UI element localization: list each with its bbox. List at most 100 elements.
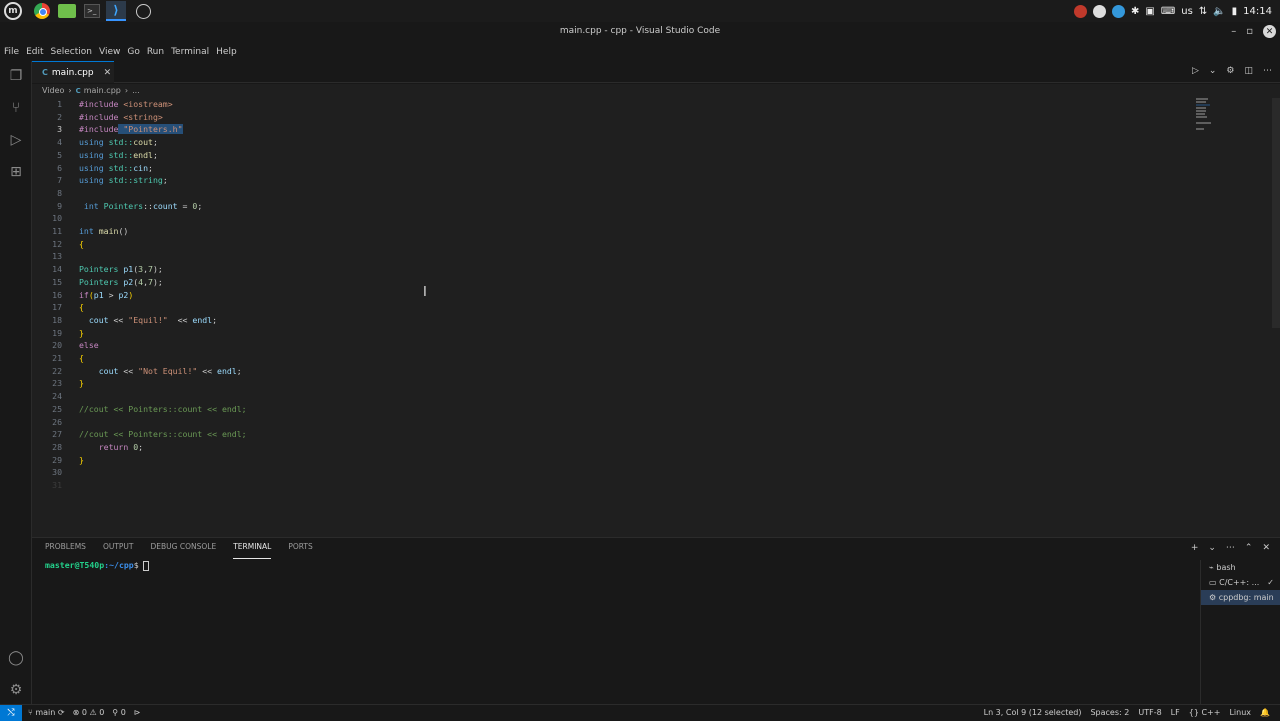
run-file-icon[interactable]: ▷ xyxy=(1192,66,1199,76)
maximize-panel-icon[interactable]: ⌃ xyxy=(1245,543,1253,553)
extensions-icon[interactable]: ⊞ xyxy=(7,163,25,181)
vscode-icon[interactable]: ⟩ xyxy=(106,1,126,21)
code-editor[interactable]: 1 #include <iostream> 2 #include <string> … xyxy=(32,98,1280,537)
code-line[interactable]: using std::cout; xyxy=(79,136,158,149)
menu-selection[interactable]: Selection xyxy=(51,47,98,57)
split-editor-icon[interactable]: ◫ xyxy=(1244,66,1253,76)
indentation[interactable]: Spaces: 2 xyxy=(1090,708,1129,717)
line-number: 2 xyxy=(57,111,62,122)
breadcrumb-more[interactable]: ... xyxy=(132,86,140,95)
code-line[interactable]: //cout << Pointers::count << endl; xyxy=(79,403,247,416)
platform[interactable]: Linux xyxy=(1229,708,1251,717)
breadcrumb-file[interactable]: main.cpp xyxy=(84,86,121,95)
minimize-icon[interactable]: – xyxy=(1231,26,1236,37)
maximize-icon[interactable]: ▫ xyxy=(1246,26,1253,37)
source-control-icon[interactable]: ⑂ xyxy=(7,99,25,117)
keyboard-icon[interactable]: ⌨ xyxy=(1161,6,1175,17)
tab-terminal[interactable]: TERMINAL xyxy=(233,543,272,559)
terminal-dropdown-icon[interactable]: ⌄ xyxy=(1208,543,1216,553)
minimap[interactable] xyxy=(1196,98,1218,138)
code-line[interactable]: #include <string> xyxy=(79,111,163,124)
chrome-icon[interactable] xyxy=(34,3,50,19)
code-line[interactable]: { xyxy=(79,301,84,314)
debug-status-icon[interactable]: ⊳ xyxy=(134,708,141,717)
code-line[interactable]: else xyxy=(79,339,99,352)
explorer-icon[interactable]: ❐ xyxy=(7,67,25,85)
clipboard-icon[interactable]: ▣ xyxy=(1145,6,1154,17)
code-line[interactable]: if(p1 > p2) xyxy=(79,289,133,302)
terminal-output[interactable]: master@T540p:~/cpp$ xyxy=(45,560,149,571)
terminal-cursor xyxy=(142,560,149,571)
code-line[interactable]: //cout << Pointers::count << endl; xyxy=(79,428,247,441)
files-icon[interactable] xyxy=(58,4,76,18)
close-panel-icon[interactable]: ✕ xyxy=(1262,543,1270,553)
menu-edit[interactable]: Edit xyxy=(26,47,49,57)
code-line[interactable]: cout << "Equil!" << endl; xyxy=(79,314,217,327)
clock[interactable]: 14:14 xyxy=(1243,6,1272,17)
remote-icon[interactable]: ⤭ xyxy=(0,705,22,721)
editor-scrollbar[interactable] xyxy=(1272,98,1280,328)
code-line[interactable]: } xyxy=(79,454,84,467)
code-line[interactable]: } xyxy=(79,377,84,390)
network-icon[interactable]: ⇅ xyxy=(1199,6,1207,17)
code-line[interactable]: using std::string; xyxy=(79,174,168,187)
code-line[interactable]: using std::endl; xyxy=(79,149,158,162)
account-icon[interactable]: ◯ xyxy=(7,649,25,667)
more-actions-icon[interactable]: ⋯ xyxy=(1263,66,1272,76)
breadcrumb-folder[interactable]: Video xyxy=(42,86,64,95)
code-line[interactable]: int main() xyxy=(79,225,128,238)
menu-run[interactable]: Run xyxy=(147,47,170,57)
notifications-icon[interactable]: 🔔 xyxy=(1260,708,1270,717)
tab-main-cpp[interactable]: C main.cpp ✕ xyxy=(32,61,114,83)
panel-more-icon[interactable]: ⋯ xyxy=(1226,543,1235,553)
keyboard-layout[interactable]: us xyxy=(1181,6,1193,17)
code-line[interactable]: return 0; xyxy=(79,441,143,454)
tab-ports[interactable]: PORTS xyxy=(288,543,312,559)
ports-status[interactable]: ⚲ 0 xyxy=(112,708,126,717)
menu-view[interactable]: View xyxy=(99,47,126,57)
code-line[interactable]: #include <iostream> xyxy=(79,98,173,111)
menu-terminal[interactable]: Terminal xyxy=(171,47,215,57)
menu-go[interactable]: Go xyxy=(127,47,145,57)
terminal-item-cpp-task[interactable]: ▭ C/C++: ... ✓ xyxy=(1201,575,1280,590)
code-line[interactable]: cout << "Not Equil!" << endl; xyxy=(79,365,242,378)
tab-output[interactable]: OUTPUT xyxy=(103,543,134,559)
steam-icon[interactable] xyxy=(1092,4,1106,18)
code-line[interactable]: Pointers p1(3,7); xyxy=(79,263,163,276)
close-tab-icon[interactable]: ✕ xyxy=(104,68,112,78)
run-debug-icon[interactable]: ▷ xyxy=(7,131,25,149)
code-line[interactable]: { xyxy=(79,238,84,251)
run-dropdown-icon[interactable]: ⌄ xyxy=(1209,66,1217,76)
volume-icon[interactable]: 🔈 xyxy=(1213,6,1225,17)
code-line[interactable]: using std::cin; xyxy=(79,162,153,175)
tab-debug-console[interactable]: DEBUG CONSOLE xyxy=(151,543,217,559)
terminal-item-bash[interactable]: ⌁ bash xyxy=(1201,560,1280,575)
menu-file[interactable]: File xyxy=(4,47,25,57)
new-terminal-icon[interactable]: + xyxy=(1191,543,1199,553)
language-mode[interactable]: {} C++ xyxy=(1189,708,1221,717)
terminal-item-cppdbg[interactable]: ⚙ cppdbg: main xyxy=(1201,590,1280,605)
encoding[interactable]: UTF-8 xyxy=(1138,708,1161,717)
debug-settings-icon[interactable]: ⚙ xyxy=(1226,66,1234,76)
close-window-icon[interactable]: ✕ xyxy=(1263,25,1276,38)
timer-icon[interactable] xyxy=(136,3,151,19)
telegram-icon[interactable] xyxy=(1111,4,1125,18)
line-number: 30 xyxy=(52,467,62,478)
obs-icon[interactable] xyxy=(1073,4,1087,18)
tab-problems[interactable]: PROBLEMS xyxy=(45,543,86,559)
code-line[interactable]: } xyxy=(79,327,84,340)
menu-help[interactable]: Help xyxy=(216,47,243,57)
code-line[interactable]: Pointers p2(4,7); xyxy=(79,276,163,289)
code-line[interactable]: { xyxy=(79,352,84,365)
settings-gear-icon[interactable]: ⚙ xyxy=(7,681,25,699)
code-line[interactable]: int Pointers::count = 0; xyxy=(79,200,202,213)
mint-menu-icon[interactable]: m xyxy=(4,2,22,20)
bluetooth-icon[interactable]: ✱ xyxy=(1131,6,1139,17)
problems-status[interactable]: ⊗ 0 ⚠ 0 xyxy=(73,708,105,717)
branch-status[interactable]: ⑂ main ⟳ xyxy=(28,708,65,717)
end-of-line[interactable]: LF xyxy=(1171,708,1180,717)
battery-icon[interactable]: ▮ xyxy=(1232,6,1238,17)
terminal-app-icon[interactable]: >_ xyxy=(84,4,100,18)
cursor-position[interactable]: Ln 3, Col 9 (12 selected) xyxy=(984,708,1082,717)
code-line-selected[interactable]: #include "Pointers.h" xyxy=(79,123,183,136)
